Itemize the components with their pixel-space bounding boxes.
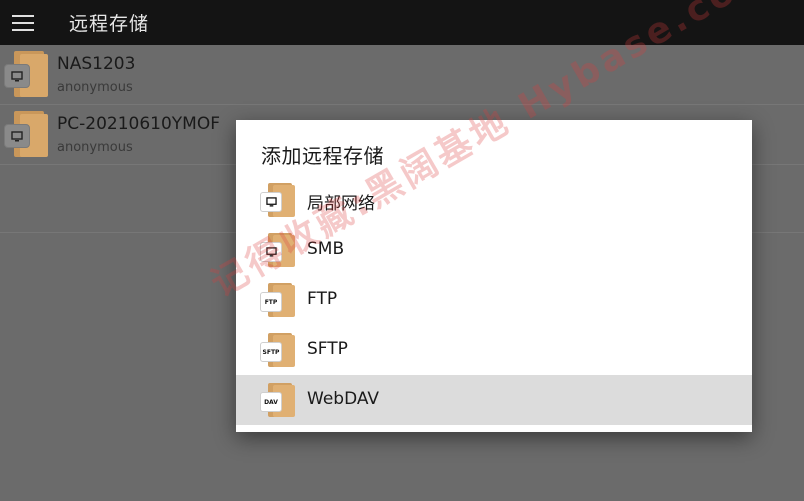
option-label: 局部网络 — [307, 194, 375, 214]
option-label: SMB — [307, 239, 345, 259]
list-item-user: anonymous — [57, 80, 133, 95]
option-label: SFTP — [307, 339, 348, 359]
folder-icon — [4, 51, 48, 97]
option-local-network[interactable]: 局部网络 — [236, 175, 752, 225]
list-item-name: PC-20210610YMOF — [57, 114, 220, 134]
add-remote-storage-dialog: 添加远程存储 局部网络 SMB FTP FTP SFTP SFTP DAV We… — [236, 120, 752, 432]
menu-icon[interactable] — [12, 14, 34, 31]
sftp-icon: SFTP — [260, 342, 282, 362]
monitor-icon — [4, 64, 30, 88]
monitor-icon — [260, 192, 282, 212]
dialog-options: 局部网络 SMB FTP FTP SFTP SFTP DAV WebDAV — [236, 175, 752, 425]
folder-icon — [4, 111, 48, 157]
list-item-name: NAS1203 — [57, 54, 136, 74]
folder-icon — [260, 183, 296, 217]
list-item-user: anonymous — [57, 140, 133, 155]
folder-icon — [260, 233, 296, 267]
folder-icon: SFTP — [260, 333, 296, 367]
option-smb[interactable]: SMB — [236, 225, 752, 275]
option-label: WebDAV — [307, 389, 380, 409]
folder-icon: DAV — [260, 383, 296, 417]
page-title: 远程存储 — [69, 13, 150, 35]
dialog-title: 添加远程存储 — [261, 144, 384, 168]
option-sftp[interactable]: SFTP SFTP — [236, 325, 752, 375]
monitor-icon — [260, 242, 282, 262]
option-webdav[interactable]: DAV WebDAV — [236, 375, 752, 425]
ftp-icon: FTP — [260, 292, 282, 312]
monitor-icon — [4, 124, 30, 148]
option-label: FTP — [307, 289, 338, 309]
option-ftp[interactable]: FTP FTP — [236, 275, 752, 325]
list-item[interactable]: NAS1203 anonymous — [0, 45, 804, 105]
dav-icon: DAV — [260, 392, 282, 412]
folder-icon: FTP — [260, 283, 296, 317]
app-bar: 远程存储 — [0, 0, 804, 45]
